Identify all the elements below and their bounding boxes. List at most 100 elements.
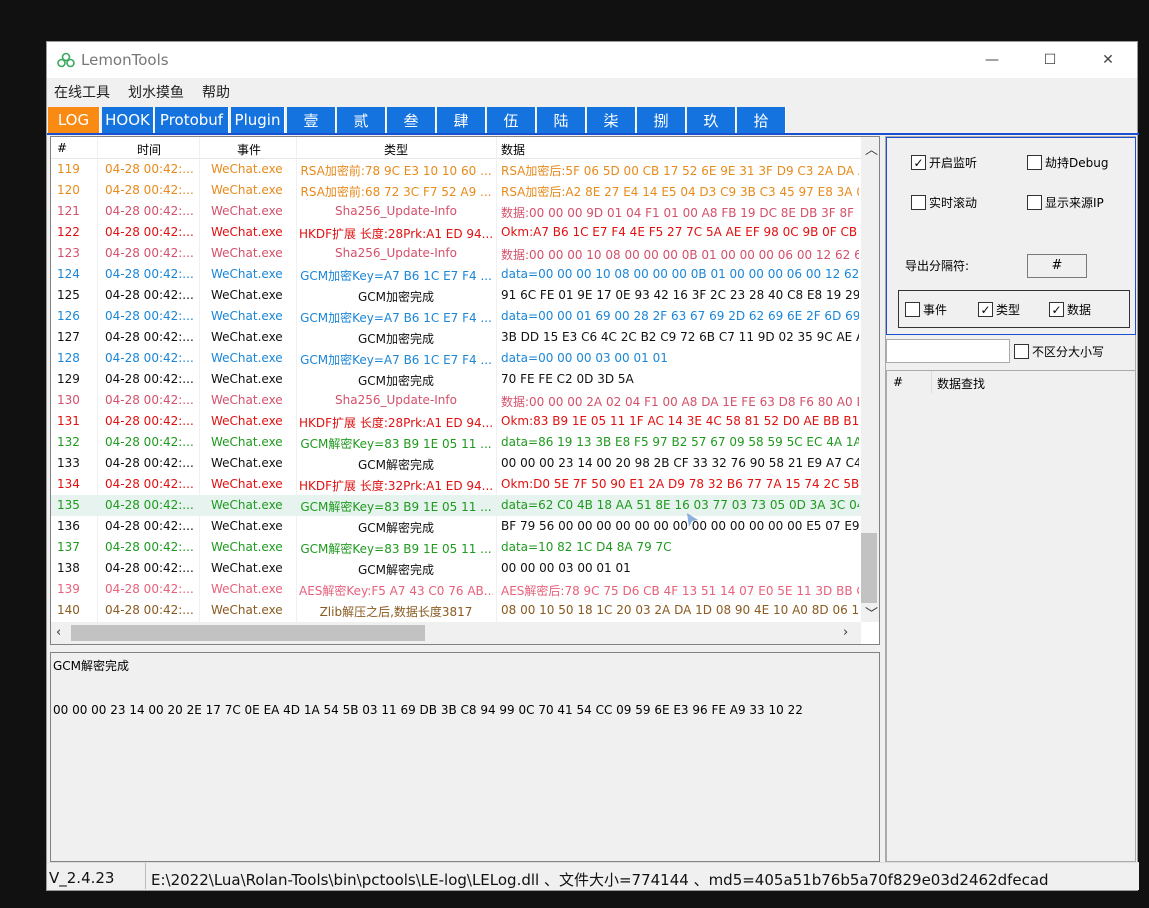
table-row[interactable]: 131 04-28 00:42:... WeChat.exe HKDF扩展 长度:28… bbox=[51, 411, 861, 432]
case-insensitive-checkbox[interactable]: 不区分大小写 bbox=[1014, 343, 1104, 360]
table-row[interactable]: 130 04-28 00:42:... WeChat.exe Sha256_Updat… bbox=[51, 390, 861, 411]
row-type: GCM解密完成 bbox=[357, 563, 435, 577]
tab-plugin[interactable]: Plugin bbox=[231, 107, 285, 133]
scroll-right-icon[interactable]: › bbox=[843, 625, 848, 640]
title-bar[interactable]: LemonTools — ☐ ✕ bbox=[47, 42, 1137, 78]
filter-type-checkbox[interactable]: ✓ 类型 bbox=[978, 301, 1020, 318]
tab-5[interactable]: 伍 bbox=[487, 107, 536, 133]
row-index: 130 bbox=[57, 393, 80, 407]
tab-1[interactable]: 壹 bbox=[287, 107, 336, 133]
row-type: GCM解密完成 bbox=[357, 458, 435, 472]
tab-10[interactable]: 拾 bbox=[737, 107, 786, 133]
table-row[interactable]: 126 04-28 00:42:... WeChat.exe GCM加密Key=A7 … bbox=[51, 306, 861, 327]
menu-slack-off[interactable]: 划水摸鱼 bbox=[128, 82, 184, 102]
showip-checkbox[interactable]: 显示来源IP bbox=[1027, 194, 1104, 211]
close-button[interactable]: ✕ bbox=[1079, 42, 1137, 78]
checkbox-icon bbox=[905, 302, 920, 317]
vertical-scroll-thumb[interactable] bbox=[861, 533, 877, 603]
table-row[interactable]: 140 04-28 00:42:... WeChat.exe Zlib解压之后,数据长… bbox=[51, 600, 861, 621]
row-index: 133 bbox=[57, 456, 80, 470]
tab-7[interactable]: 柒 bbox=[587, 107, 636, 133]
row-event: WeChat.exe bbox=[211, 288, 283, 302]
row-event: WeChat.exe bbox=[211, 456, 283, 470]
table-row[interactable]: 124 04-28 00:42:... WeChat.exe GCM加密Key=A7 … bbox=[51, 264, 861, 285]
row-index: 125 bbox=[57, 288, 80, 302]
table-row[interactable]: 119 04-28 00:42:... WeChat.exe RSA加密前:78 9C… bbox=[51, 159, 861, 180]
table-row[interactable]: 137 04-28 00:42:... WeChat.exe GCM解密Key=83 … bbox=[51, 537, 861, 558]
table-row[interactable]: 123 04-28 00:42:... WeChat.exe Sha256_Updat… bbox=[51, 243, 861, 264]
tab-8[interactable]: 捌 bbox=[637, 107, 686, 133]
menu-online-tools[interactable]: 在线工具 bbox=[54, 82, 110, 102]
row-time: 04-28 00:42:... bbox=[105, 561, 194, 575]
detail-panel[interactable]: GCM解密完成 00 00 00 23 14 00 20 2E 17 7C 0E… bbox=[50, 652, 880, 862]
menu-help[interactable]: 帮助 bbox=[202, 82, 230, 102]
results-data-header[interactable]: 数据查找 bbox=[937, 375, 985, 392]
table-row[interactable]: 135 04-28 00:42:... WeChat.exe GCM解密Key=83 … bbox=[51, 495, 861, 516]
row-type: GCM加密完成 bbox=[357, 374, 435, 388]
table-row[interactable]: 129 04-28 00:42:... WeChat.exe GCM加密完成 70 FE… bbox=[51, 369, 861, 390]
row-time: 04-28 00:42:... bbox=[105, 162, 194, 176]
version-label: V_2.4.23 bbox=[49, 869, 115, 887]
row-index: 136 bbox=[57, 519, 80, 533]
table-row[interactable]: 127 04-28 00:42:... WeChat.exe GCM加密完成 3B DD… bbox=[51, 327, 861, 348]
tab-4[interactable]: 肆 bbox=[437, 107, 486, 133]
filter-event-checkbox[interactable]: 事件 bbox=[905, 301, 947, 318]
maximize-button[interactable]: ☐ bbox=[1021, 42, 1079, 78]
row-event: WeChat.exe bbox=[211, 351, 283, 365]
row-data: 00 00 00 03 00 01 01 bbox=[501, 561, 631, 575]
minimize-button[interactable]: — bbox=[963, 42, 1021, 78]
table-row[interactable]: 133 04-28 00:42:... WeChat.exe GCM解密完成 00 00… bbox=[51, 453, 861, 474]
options-group: ✓ 开启监听 劫持Debug 实时滚动 显示来源IP 导出分隔符: # 事件 ✓ 类… bbox=[886, 137, 1136, 335]
table-row[interactable]: 121 04-28 00:42:... WeChat.exe Sha256_Updat… bbox=[51, 201, 861, 222]
table-row[interactable]: 134 04-28 00:42:... WeChat.exe HKDF扩展 长度:32… bbox=[51, 474, 861, 495]
row-data: 数据:00 00 00 9D 01 04 F1 01 00 A8 FB 19 D… bbox=[501, 206, 859, 220]
table-row[interactable]: 132 04-28 00:42:... WeChat.exe GCM解密Key=83 … bbox=[51, 432, 861, 453]
table-row[interactable]: 128 04-28 00:42:... WeChat.exe GCM加密Key=A7 … bbox=[51, 348, 861, 369]
menu-bar: 在线工具 划水摸鱼 帮助 bbox=[47, 79, 1137, 103]
monitor-checkbox[interactable]: ✓ 开启监听 bbox=[911, 154, 977, 171]
tab-3[interactable]: 叁 bbox=[387, 107, 436, 133]
row-index: 121 bbox=[57, 204, 80, 218]
checkbox-icon bbox=[911, 195, 926, 210]
horizontal-scroll-thumb[interactable] bbox=[71, 625, 425, 641]
checkbox-icon: ✓ bbox=[1049, 302, 1064, 317]
tab-2[interactable]: 贰 bbox=[337, 107, 386, 133]
tab-9[interactable]: 玖 bbox=[687, 107, 736, 133]
table-row[interactable]: 139 04-28 00:42:... WeChat.exe AES解密Key:F5 … bbox=[51, 579, 861, 600]
table-row[interactable]: 136 04-28 00:42:... WeChat.exe GCM解密完成 BF 79… bbox=[51, 516, 861, 537]
scroll-left-icon[interactable]: ‹ bbox=[56, 625, 61, 640]
debug-checkbox[interactable]: 劫持Debug bbox=[1027, 154, 1108, 171]
tab-log[interactable]: LOG bbox=[48, 107, 100, 133]
scroll-up-icon[interactable]: ︿ bbox=[865, 139, 878, 158]
table-row[interactable]: 122 04-28 00:42:... WeChat.exe HKDF扩展 长度:28… bbox=[51, 222, 861, 243]
search-results[interactable]: # 数据查找 bbox=[886, 370, 1136, 862]
vertical-scrollbar[interactable]: ︿ ﹀ bbox=[861, 137, 879, 622]
tab-6[interactable]: 陆 bbox=[537, 107, 586, 133]
row-data: 70 FE FE C2 0D 3D 5A bbox=[501, 372, 634, 386]
row-data: data=62 C0 4B 18 AA 51 8E 16 03 77 03 73… bbox=[501, 498, 859, 512]
results-index-header[interactable]: # bbox=[893, 375, 903, 389]
table-row[interactable]: 138 04-28 00:42:... WeChat.exe GCM解密完成 00 00… bbox=[51, 558, 861, 579]
row-time: 04-28 00:42:... bbox=[105, 225, 194, 239]
scroll-down-icon[interactable]: ﹀ bbox=[865, 603, 878, 622]
table-row[interactable]: 120 04-28 00:42:... WeChat.exe RSA加密前:68 72… bbox=[51, 180, 861, 201]
row-event: WeChat.exe bbox=[211, 414, 283, 428]
horizontal-scrollbar[interactable]: ‹ › bbox=[51, 622, 861, 644]
separator-input[interactable]: # bbox=[1027, 254, 1087, 278]
row-time: 04-28 00:42:... bbox=[105, 519, 194, 533]
row-event: WeChat.exe bbox=[211, 204, 283, 218]
scroll-checkbox[interactable]: 实时滚动 bbox=[911, 194, 977, 211]
col-data-header[interactable]: 数据 bbox=[501, 141, 525, 158]
log-grid[interactable]: # 时间 事件 类型 数据 119 04-28 00:42:... WeChat.e… bbox=[50, 136, 880, 645]
filter-data-checkbox[interactable]: ✓ 数据 bbox=[1049, 301, 1091, 318]
table-row[interactable]: 125 04-28 00:42:... WeChat.exe GCM加密完成 91 6C… bbox=[51, 285, 861, 306]
tab-hook[interactable]: HOOK bbox=[102, 107, 154, 133]
col-type-header[interactable]: 类型 bbox=[384, 141, 408, 158]
row-time: 04-28 00:42:... bbox=[105, 288, 194, 302]
tab-protobuf[interactable]: Protobuf bbox=[155, 107, 229, 133]
col-index-header[interactable]: # bbox=[57, 141, 67, 155]
col-event-header[interactable]: 事件 bbox=[237, 141, 261, 158]
col-time-header[interactable]: 时间 bbox=[137, 141, 161, 158]
row-type: Sha256_Update-Info bbox=[335, 393, 457, 407]
search-input[interactable] bbox=[886, 339, 1010, 363]
